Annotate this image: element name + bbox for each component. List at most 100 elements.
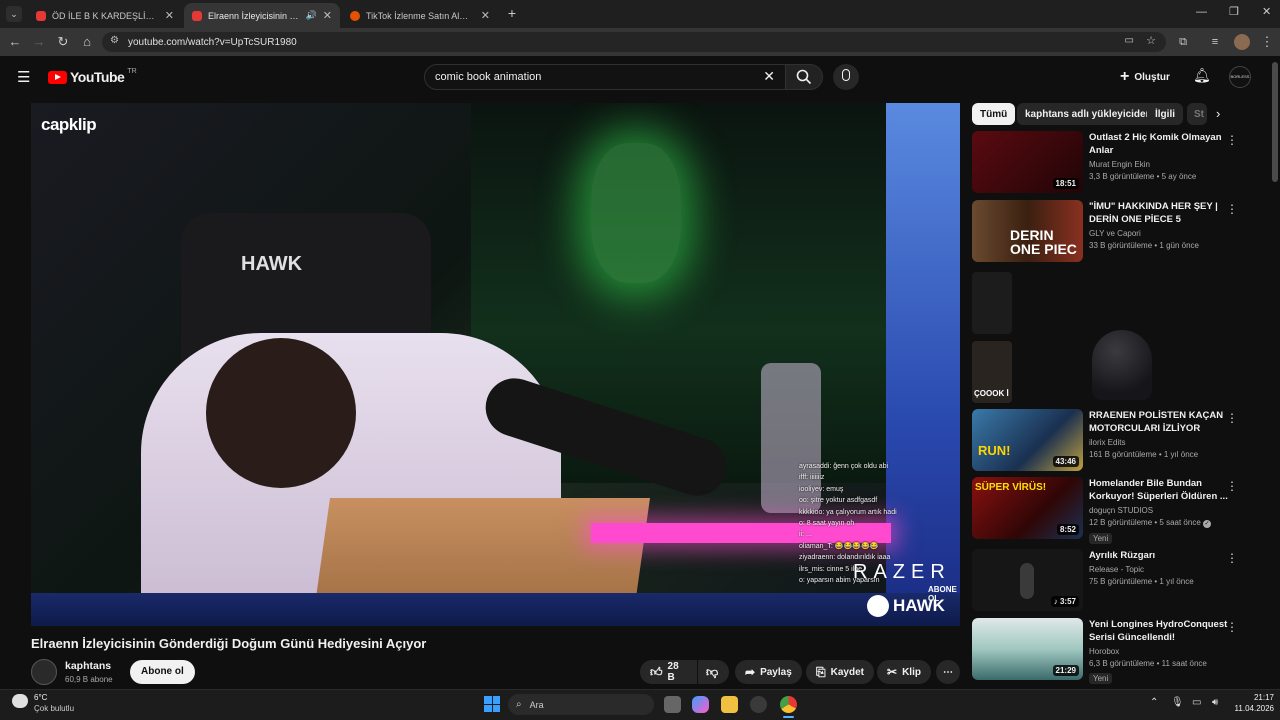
chip-all[interactable]: Tümü (972, 103, 1016, 125)
taskbar-search-placeholder: Ara (529, 699, 544, 710)
chat-line: kkkkioo: ya çalıyorum artık hadi (799, 508, 897, 516)
chrome-icon[interactable] (780, 696, 797, 713)
dislike-button[interactable]: 👎︎ (698, 660, 729, 684)
rec-title[interactable]: Outlast 2 Hiç Komik Olmayan Anlar (1089, 131, 1239, 157)
tray-chevron-icon[interactable]: ⌃ (1150, 697, 1158, 708)
video-thumbnail[interactable]: 21:29 (972, 618, 1083, 680)
rec-title[interactable]: Yeni Longines HydroConquest Serisi Günce… (1089, 618, 1239, 644)
clock-date[interactable]: 11.04.2026 (1224, 704, 1274, 713)
subscribe-button[interactable]: Abone ol (130, 660, 195, 684)
video-thumbnail[interactable]: 18:51 (972, 131, 1083, 193)
notifications-bell-icon[interactable]: 🔔︎ (1193, 67, 1211, 84)
bookmark-star-icon[interactable]: ☆ (1146, 34, 1156, 47)
network-icon[interactable]: ▭ (1192, 697, 1201, 708)
close-tab-icon[interactable]: ✕ (323, 9, 332, 22)
weather-icon[interactable] (12, 694, 28, 708)
site-info-icon[interactable]: ⚙ (110, 35, 119, 46)
rec-channel[interactable]: Murat Engin Ekin (1089, 160, 1239, 169)
clip-button[interactable]: ✂ Klip (877, 660, 931, 684)
channel-avatar[interactable] (31, 659, 57, 685)
recommendation-item[interactable]: 21:29 Yeni Longines HydroConquest Serisi… (972, 618, 1262, 684)
recommendation-item[interactable]: 18:51 Outlast 2 Hiç Komik Olmayan Anlar … (972, 131, 1262, 193)
more-options-icon[interactable]: ⋮ (1226, 551, 1238, 565)
account-avatar[interactable]: BORLESS (1229, 66, 1251, 88)
browser-tab[interactable]: TikTok İzlenme Satın Alma Den ✕ (342, 3, 498, 28)
app-icon[interactable] (750, 696, 767, 713)
close-tab-icon[interactable]: ✕ (481, 9, 490, 22)
like-button[interactable]: 👍︎ 28 B (640, 660, 697, 684)
reading-list-icon[interactable]: ≡ (1206, 33, 1224, 51)
recommendation-item[interactable]: RUN! 43:46 RRAENEN POLİSTEN KAÇAN MOTORC… (972, 409, 1262, 471)
copilot-icon[interactable] (692, 696, 709, 713)
cast-icon[interactable]: ▭ (1125, 35, 1134, 46)
verified-check-icon: ✓ (1203, 520, 1211, 528)
create-button[interactable]: + Oluştur (1120, 66, 1170, 88)
more-options-icon[interactable]: ⋮ (1226, 133, 1238, 147)
more-options-icon[interactable]: ⋮ (1226, 202, 1238, 216)
recommendation-item[interactable]: DERIN ONE PIEC "İMU" HAKKINDA HER ŞEY | D… (972, 200, 1262, 262)
home-icon[interactable]: ⌂ (78, 33, 96, 51)
clock-time[interactable]: 21:17 (1236, 693, 1274, 702)
video-thumbnail[interactable]: DERIN ONE PIEC (972, 200, 1083, 262)
thumbs-up-icon: 👍︎ (650, 664, 663, 679)
video-thumbnail[interactable]: SÜPER VİRÜS! 8:52 (972, 477, 1083, 539)
more-options-icon[interactable]: ⋮ (1226, 411, 1238, 425)
search-input[interactable]: comic book animation ✕ (424, 64, 786, 90)
extensions-icon[interactable]: ⧉ (1174, 33, 1192, 51)
volume-icon[interactable]: 🔊︎ (1212, 697, 1218, 708)
weather-temp[interactable]: 6°C (34, 693, 47, 702)
channel-name[interactable]: kaphtans (65, 660, 111, 672)
file-explorer-icon[interactable] (721, 696, 738, 713)
rec-channel[interactable]: Horobox (1089, 647, 1239, 656)
windows-start-icon[interactable] (484, 696, 500, 712)
video-thumbnail[interactable]: ♪ 3:57 (972, 549, 1083, 611)
video-thumbnail[interactable]: RUN! 43:46 (972, 409, 1083, 471)
chip-from-uploader[interactable]: kaphtans adlı yükleyiciden (1017, 103, 1160, 125)
browser-menu-icon[interactable]: ⋮ (1258, 33, 1276, 51)
browser-tab[interactable]: ÖD İLE B K KARDEŞLİĞİ! OUTLA ✕ (28, 3, 182, 28)
recommendation-item[interactable]: SÜPER VİRÜS! 8:52 Homelander Bile Bundan… (972, 477, 1262, 544)
more-options-icon[interactable]: ⋮ (1226, 479, 1238, 493)
search-button[interactable] (785, 64, 823, 90)
close-window-icon[interactable]: ✕ (1262, 5, 1271, 18)
microphone-tray-icon[interactable]: 🎙︎ (1171, 697, 1184, 708)
rec-channel[interactable]: Release - Topic (1089, 565, 1239, 574)
clear-search-icon[interactable]: ✕ (763, 68, 775, 85)
taskbar-search[interactable]: ⌕ Ara (508, 694, 654, 715)
reload-icon[interactable]: ↻ (54, 33, 72, 51)
youtube-logo[interactable]: YouTube TR (48, 68, 137, 85)
more-actions-button[interactable]: ⋯ (936, 660, 960, 684)
voice-search-button[interactable] (833, 64, 859, 90)
audio-playing-icon[interactable]: 🔊 (306, 10, 317, 21)
browser-tab-active[interactable]: Elraenn İzleyicisinin Gönder 🔊 ✕ (184, 3, 340, 28)
rec-title[interactable]: RRAENEN POLİSTEN KAÇAN MOTORCULARI İZLİY… (1089, 409, 1239, 435)
minimize-window-icon[interactable]: — (1196, 6, 1207, 18)
back-icon[interactable]: ← (6, 33, 24, 51)
close-tab-icon[interactable]: ✕ (165, 9, 174, 22)
rec-title[interactable]: Homelander Bile Bundan Korkuyor! Süperle… (1089, 477, 1239, 503)
new-tab-button[interactable]: + (504, 5, 520, 21)
rec-channel[interactable]: GLY ve Capori (1089, 229, 1239, 238)
address-bar[interactable]: ⚙ youtube.com/watch?v=UpTcSUR1980 ▭ ☆ (102, 32, 1166, 52)
share-button[interactable]: ➦ Paylaş (735, 660, 802, 684)
more-options-icon[interactable]: ⋮ (1226, 620, 1238, 634)
forward-icon[interactable]: → (30, 33, 48, 51)
weather-desc[interactable]: Çok bulutlu (34, 704, 74, 713)
guide-menu-icon[interactable]: ☰ (17, 68, 30, 86)
video-player[interactable]: HAWK capklip ayrasaddi: ğenn çok oldu ab… (31, 103, 960, 626)
person-head (206, 338, 356, 488)
chips-next-chevron-icon[interactable]: › (1216, 106, 1220, 121)
tab-list-dropdown-button[interactable]: ⌄ (6, 6, 22, 22)
rec-title[interactable]: "İMU" HAKKINDA HER ŞEY | DERİN ONE PİECE… (1089, 200, 1239, 226)
recommendation-item[interactable]: ♪ 3:57 Ayrılık Rüzgarı Release - Topic 7… (972, 549, 1262, 611)
rec-channel[interactable]: ilorix Edits (1089, 438, 1239, 447)
page-scrollbar[interactable] (1272, 62, 1278, 182)
rec-title[interactable]: Ayrılık Rüzgarı (1089, 549, 1239, 562)
save-button[interactable]: ⎘ Kaydet (806, 660, 874, 684)
rec-channel[interactable]: doguçn STUDIOS (1089, 506, 1239, 515)
task-view-icon[interactable] (664, 696, 681, 713)
maximize-window-icon[interactable]: ❐ (1229, 5, 1239, 18)
chip-related[interactable]: İlgili (1147, 103, 1183, 125)
profile-avatar[interactable] (1234, 34, 1250, 50)
chip-partial[interactable]: St (1187, 103, 1207, 125)
